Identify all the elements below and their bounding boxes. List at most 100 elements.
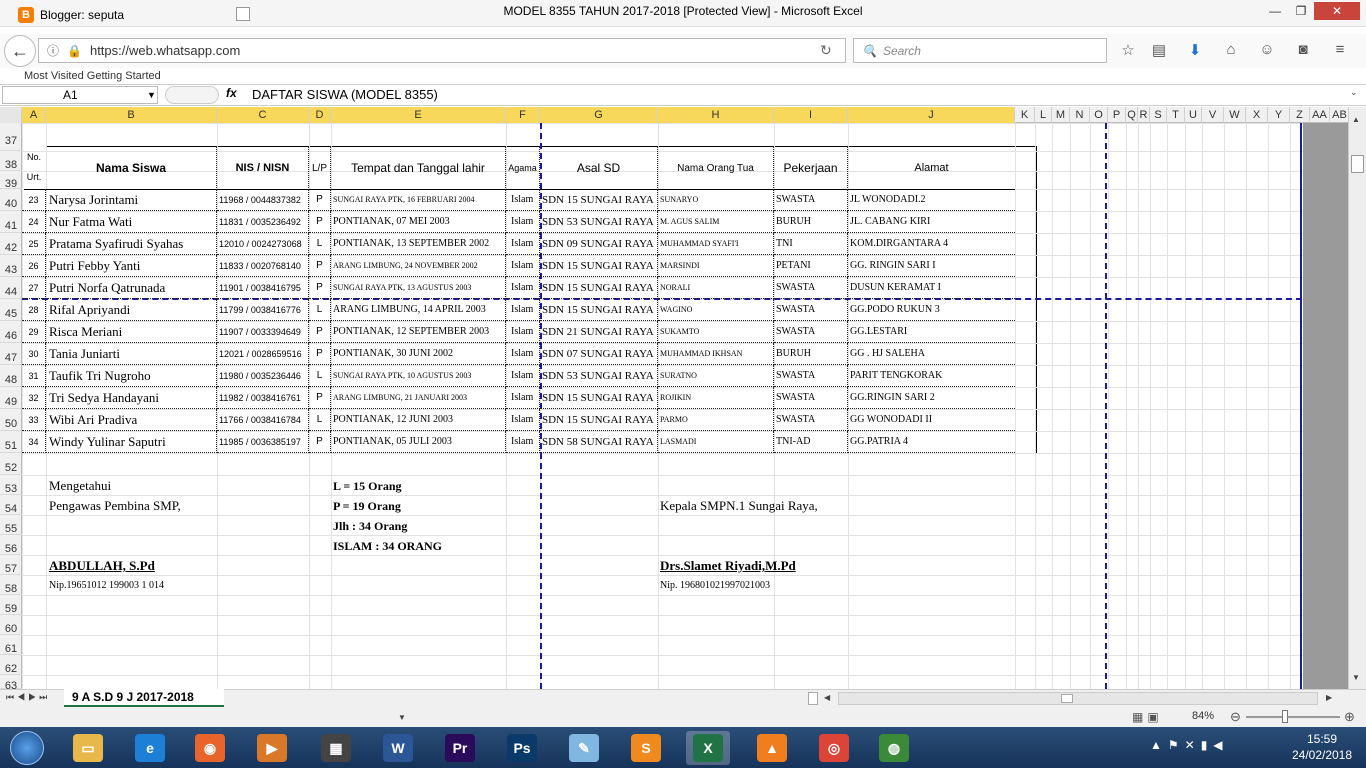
- chevron-down-icon[interactable]: ▼: [398, 713, 406, 722]
- row-header[interactable]: 50: [0, 409, 22, 431]
- sheet-tab-active[interactable]: 9 A S.D 9 J 2017-2018: [64, 689, 224, 707]
- zoom-slider-thumb[interactable]: [1282, 710, 1288, 723]
- column-header[interactable]: AB: [1330, 107, 1350, 123]
- column-header[interactable]: Q: [1126, 107, 1138, 123]
- row-header[interactable]: 59: [0, 595, 22, 615]
- row-header[interactable]: 61: [0, 635, 22, 655]
- column-header[interactable]: M: [1052, 107, 1070, 123]
- view-mode-icons[interactable]: ▦▣: [1132, 710, 1163, 724]
- row-header[interactable]: 53: [0, 475, 22, 495]
- column-header[interactable]: I: [774, 107, 848, 123]
- column-header[interactable]: F: [506, 107, 540, 123]
- zoom-out-icon[interactable]: ⊖: [1230, 709, 1241, 725]
- chat-icon[interactable]: ☺: [1257, 41, 1277, 61]
- chevron-down-icon[interactable]: ▼: [147, 90, 156, 100]
- row-header[interactable]: 41: [0, 211, 22, 233]
- vertical-scrollbar[interactable]: ▲ ▼: [1348, 107, 1366, 689]
- clock[interactable]: 15:59 24/02/2018: [1282, 731, 1362, 763]
- row-header[interactable]: 37: [0, 123, 22, 151]
- url-text[interactable]: https://web.whatsapp.com: [90, 43, 240, 58]
- row-header[interactable]: 58: [0, 575, 22, 595]
- column-header[interactable]: Y: [1268, 107, 1290, 123]
- column-header[interactable]: S: [1150, 107, 1167, 123]
- row-header[interactable]: 47: [0, 343, 22, 365]
- download-icon[interactable]: ⬇: [1185, 41, 1205, 61]
- row-header[interactable]: 51: [0, 431, 22, 453]
- reload-icon[interactable]: ↻: [820, 42, 832, 59]
- column-header[interactable]: Z: [1290, 107, 1310, 123]
- taskbar-app-button[interactable]: ▶: [250, 731, 294, 765]
- row-header[interactable]: 54: [0, 495, 22, 515]
- taskbar-app-button[interactable]: ◍: [872, 731, 916, 765]
- taskbar-app-button[interactable]: Ps: [500, 731, 544, 765]
- column-header[interactable]: A: [22, 107, 46, 123]
- taskbar-app-button[interactable]: ◉: [188, 731, 232, 765]
- hscroll-thumb[interactable]: [1061, 694, 1073, 703]
- column-header[interactable]: C: [217, 107, 309, 123]
- row-header[interactable]: 49: [0, 387, 22, 409]
- zoom-in-icon[interactable]: ⊕: [1344, 709, 1355, 725]
- column-header[interactable]: X: [1246, 107, 1268, 123]
- scroll-down-icon[interactable]: ▼: [1352, 673, 1360, 682]
- column-header[interactable]: J: [848, 107, 1015, 123]
- start-button[interactable]: [2, 728, 52, 768]
- row-header[interactable]: 44: [0, 277, 22, 299]
- column-header[interactable]: H: [658, 107, 774, 123]
- hscroll-left-icon[interactable]: ◀: [824, 693, 830, 702]
- column-header[interactable]: E: [331, 107, 506, 123]
- row-header[interactable]: 63: [0, 675, 22, 692]
- column-header[interactable]: P: [1108, 107, 1126, 123]
- taskbar-app-button[interactable]: ▲: [750, 731, 794, 765]
- row-header[interactable]: 43: [0, 255, 22, 277]
- row-header[interactable]: 52: [0, 453, 22, 475]
- formula-content[interactable]: DAFTAR SISWA (MODEL 8355): [252, 87, 438, 102]
- expand-formula-icon[interactable]: ⌄: [1350, 87, 1358, 98]
- zoom-level[interactable]: 84%: [1192, 710, 1214, 722]
- spreadsheet-grid[interactable]: No. Urt. Nama Siswa NIS / NISN L/P Tempat dan…: [22, 123, 1348, 689]
- column-header[interactable]: U: [1185, 107, 1202, 123]
- row-header[interactable]: 48: [0, 365, 22, 387]
- taskbar-app-button[interactable]: ✎: [562, 731, 606, 765]
- row-header[interactable]: 38: [0, 151, 22, 171]
- column-header[interactable]: T: [1167, 107, 1185, 123]
- column-header[interactable]: O: [1090, 107, 1108, 123]
- info-icon[interactable]: ⓘ: [47, 42, 59, 59]
- column-header[interactable]: G: [540, 107, 658, 123]
- taskbar-app-button[interactable]: e: [128, 731, 172, 765]
- column-header[interactable]: B: [46, 107, 217, 123]
- bookmark-star-icon[interactable]: ☆: [1118, 41, 1138, 61]
- back-button[interactable]: ←: [4, 35, 36, 67]
- horizontal-scrollbar[interactable]: [838, 692, 1318, 705]
- column-header[interactable]: L: [1035, 107, 1052, 123]
- column-header[interactable]: D: [309, 107, 331, 123]
- row-header[interactable]: 60: [0, 615, 22, 635]
- taskbar-app-button[interactable]: ◎: [812, 731, 856, 765]
- taskbar-app-button[interactable]: Pr: [438, 731, 482, 765]
- column-header[interactable]: W: [1224, 107, 1246, 123]
- name-box[interactable]: A1 ▼: [2, 86, 158, 104]
- taskbar-app-button[interactable]: ▦: [314, 731, 358, 765]
- formula-expand-handle[interactable]: [165, 86, 219, 104]
- home-icon[interactable]: ⌂: [1221, 41, 1241, 61]
- menu-icon[interactable]: ≡: [1330, 41, 1350, 61]
- column-header[interactable]: N: [1070, 107, 1090, 123]
- scroll-thumb[interactable]: [1351, 155, 1364, 173]
- select-all-corner[interactable]: [0, 107, 22, 123]
- row-header[interactable]: 62: [0, 655, 22, 675]
- column-header[interactable]: V: [1202, 107, 1224, 123]
- row-header[interactable]: 42: [0, 233, 22, 255]
- reading-list-icon[interactable]: ▤: [1149, 41, 1169, 61]
- row-header[interactable]: 45: [0, 299, 22, 321]
- row-header[interactable]: 46: [0, 321, 22, 343]
- close-button[interactable]: ✕: [1314, 2, 1360, 20]
- taskbar-app-button[interactable]: S: [624, 731, 668, 765]
- column-header[interactable]: R: [1138, 107, 1150, 123]
- row-header[interactable]: 40: [0, 189, 22, 211]
- hscroll-right-icon[interactable]: ▶: [1326, 693, 1332, 702]
- pocket-icon[interactable]: ◙: [1293, 41, 1313, 61]
- tab-split-handle[interactable]: [808, 692, 818, 705]
- row-header[interactable]: 39: [0, 171, 22, 190]
- row-header[interactable]: 57: [0, 555, 22, 575]
- system-tray-icons[interactable]: ▲⚑✕▮◀: [1150, 738, 1229, 752]
- taskbar-app-button[interactable]: X: [686, 731, 730, 765]
